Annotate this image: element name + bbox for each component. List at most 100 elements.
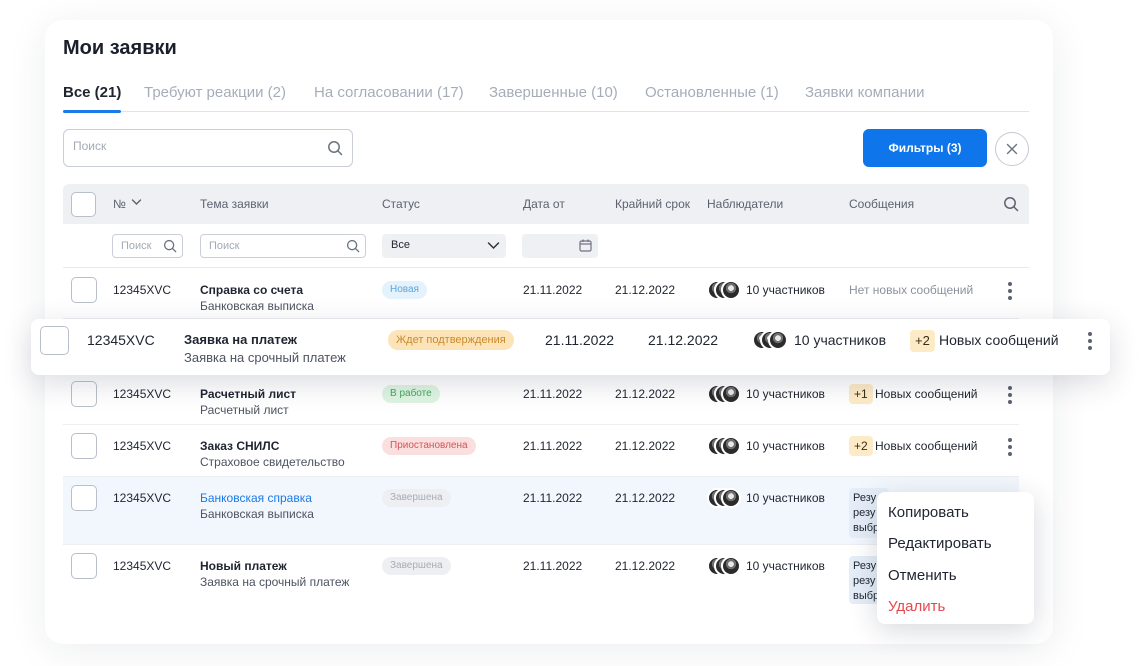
row-deadline: 21.12.2022	[615, 387, 676, 401]
row-watchers: 10 участников	[746, 439, 825, 453]
row-watchers: 10 участников	[746, 283, 825, 297]
status-badge: Приостановлена	[382, 437, 476, 455]
row-subtitle: Заявка на срочный платеж	[200, 575, 350, 589]
row-watchers: 10 участников	[746, 559, 825, 573]
row-checkbox[interactable]	[71, 433, 97, 459]
row-number: 12345XVC	[113, 439, 172, 453]
avatar-group	[752, 330, 788, 350]
search-box	[63, 129, 353, 167]
row-messages: Новых сообщений	[875, 439, 978, 453]
avatar-group	[707, 280, 741, 300]
status-badge: Новая	[382, 281, 427, 299]
menu-item-delete[interactable]: Удалить	[888, 598, 945, 615]
avatar-group	[707, 384, 741, 404]
table-header: № Тема заявки Статус Дата от Крайний сро…	[63, 184, 1029, 224]
menu-item-cancel[interactable]: Отменить	[888, 567, 957, 584]
row-deadline: 21.12.2022	[615, 439, 676, 453]
menu-item-copy[interactable]: Копировать	[888, 504, 969, 521]
search-icon	[346, 239, 360, 253]
status-badge: Завершена	[382, 489, 451, 507]
row-subtitle: Страховое свидетельство	[200, 455, 345, 469]
row-context-menu: Копировать Редактировать Отменить Удалит…	[877, 492, 1034, 624]
tab-completed[interactable]: Завершенные (10)	[489, 84, 618, 101]
search-icon	[163, 239, 177, 253]
tab-on-approval[interactable]: На согласовании (17)	[314, 84, 464, 101]
number-filter-input[interactable]: Поиск	[112, 234, 183, 258]
row-number: 12345XVC	[113, 559, 172, 573]
row-checkbox[interactable]	[40, 326, 69, 355]
tabs-bar: Все (21) Требуют реакции (2) На согласов…	[63, 82, 1029, 113]
tab-stopped[interactable]: Остановленные (1)	[645, 84, 779, 101]
clear-filters-button[interactable]	[995, 132, 1029, 166]
status-filter-select[interactable]: Все	[382, 234, 506, 258]
tab-needs-reaction[interactable]: Требуют реакции (2)	[144, 84, 286, 101]
avatar-group	[707, 556, 741, 576]
row-subtitle: Банковская выписка	[200, 507, 314, 521]
row-messages: Новых сообщений	[875, 387, 978, 401]
table-row[interactable]: 12345XVC Новый платеж Заявка на срочный …	[63, 545, 1019, 607]
row-subject[interactable]: Справка со счета	[200, 283, 303, 297]
row-deadline: 21.12.2022	[648, 332, 719, 348]
row-subtitle: Банковская выписка	[200, 299, 314, 313]
search-icon[interactable]	[327, 140, 343, 156]
calendar-icon	[579, 239, 592, 252]
row-number: 12345XVC	[113, 491, 172, 505]
row-date-from: 21.11.2022	[523, 439, 583, 453]
row-number: 12345XVC	[113, 283, 172, 297]
row-messages: Нет новых сообщений	[849, 283, 974, 297]
table-row[interactable]: 12345XVC Заказ СНИЛС Страховое свидетель…	[63, 425, 1019, 477]
header-subject: Тема заявки	[200, 197, 269, 211]
row-date-from: 21.11.2022	[523, 283, 583, 297]
status-badge: В работе	[382, 385, 440, 403]
date-filter-picker[interactable]	[522, 234, 598, 258]
subject-filter-input[interactable]: Поиск	[200, 234, 366, 258]
filters-button[interactable]: Фильтры (3)	[863, 129, 987, 167]
row-date-from: 21.11.2022	[523, 559, 583, 573]
row-subject[interactable]: Новый платеж	[200, 559, 287, 573]
row-subject[interactable]: Расчетный лист	[200, 387, 296, 401]
table-search-icon[interactable]	[1003, 196, 1019, 212]
row-subject-link[interactable]: Банковская справка	[200, 491, 312, 505]
row-checkbox[interactable]	[71, 277, 97, 303]
row-number: 12345XVC	[87, 332, 155, 348]
more-options-icon[interactable]	[1008, 438, 1012, 456]
menu-item-edit[interactable]: Редактировать	[888, 535, 992, 552]
row-checkbox[interactable]	[71, 485, 97, 511]
tab-company-requests[interactable]: Заявки компании	[805, 84, 925, 101]
row-checkbox[interactable]	[71, 553, 97, 579]
row-subtitle: Заявка на срочный платеж	[184, 350, 346, 365]
row-deadline: 21.12.2022	[615, 491, 676, 505]
table-filter-row: Поиск Поиск Все	[63, 224, 1029, 268]
chevron-down-icon	[487, 242, 500, 250]
row-date-from: 21.11.2022	[523, 387, 583, 401]
row-watchers: 10 участников	[794, 332, 887, 348]
row-watchers: 10 участников	[746, 491, 825, 505]
chevron-down-icon[interactable]	[131, 198, 142, 206]
more-options-icon[interactable]	[1008, 282, 1012, 300]
row-date-from: 21.11.2022	[545, 332, 615, 348]
table-row-selected[interactable]: 12345XVC Банковская справка Банковская в…	[63, 477, 1019, 545]
table-row[interactable]: 12345XVC Справка со счета Банковская вып…	[63, 268, 1019, 319]
row-subtitle: Расчетный лист	[200, 403, 289, 417]
message-count-badge: +2	[849, 436, 873, 456]
select-all-checkbox[interactable]	[71, 192, 96, 217]
more-options-icon[interactable]	[1008, 386, 1012, 404]
row-watchers: 10 участников	[746, 387, 825, 401]
header-date-from: Дата от	[523, 197, 565, 211]
table-row[interactable]: 12345XVC Расчетный лист Расчетный лист В…	[63, 375, 1019, 425]
header-deadline: Крайний срок	[615, 197, 691, 211]
header-status: Статус	[382, 197, 420, 211]
tab-all[interactable]: Все (21)	[63, 84, 122, 113]
more-options-icon[interactable]	[1088, 332, 1092, 350]
row-number: 12345XVC	[113, 387, 172, 401]
search-input[interactable]	[73, 139, 313, 153]
avatar-group	[707, 488, 741, 508]
header-watchers: Наблюдатели	[707, 197, 784, 211]
table-row-floating[interactable]: 12345XVC Заявка на платеж Заявка на сроч…	[31, 319, 1110, 375]
row-messages: Новых сообщений	[939, 332, 1059, 348]
row-subject[interactable]: Заявка на платеж	[184, 332, 297, 347]
row-checkbox[interactable]	[71, 381, 97, 407]
row-subject[interactable]: Заказ СНИЛС	[200, 439, 279, 453]
header-number[interactable]: №	[113, 197, 126, 211]
row-deadline: 21.12.2022	[615, 283, 676, 297]
